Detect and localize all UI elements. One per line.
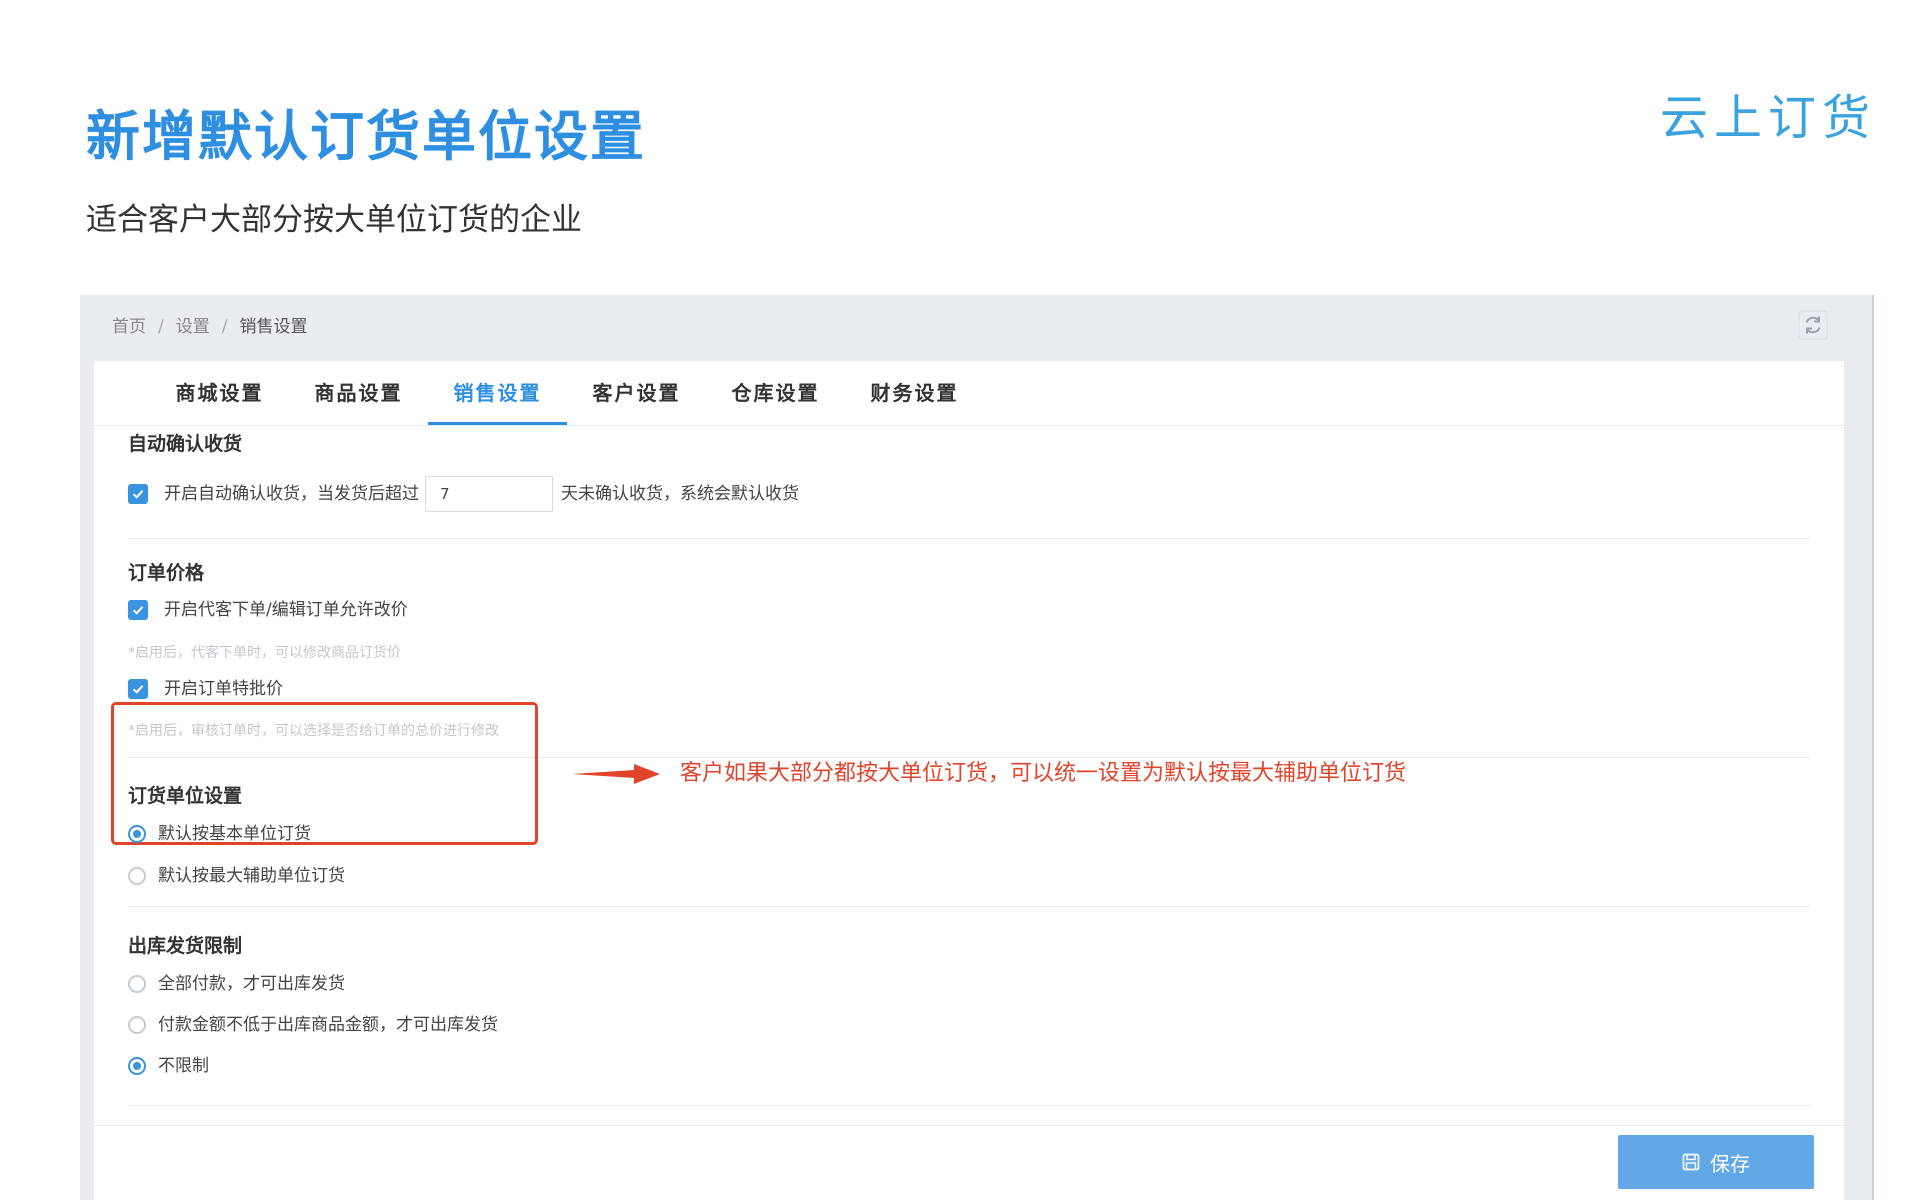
check-icon	[132, 685, 144, 694]
order-unit-option-max[interactable]: 默认按最大辅助单位订货	[128, 864, 345, 888]
auto-confirm-label-after: 天未确认收货，系统会默认收货	[561, 484, 799, 504]
breadcrumb-home[interactable]: 首页	[112, 317, 146, 337]
order-price-title: 订单价格	[128, 562, 205, 584]
auto-confirm-days-input[interactable]: 7	[425, 476, 553, 512]
divider	[128, 906, 1810, 907]
order-unit-option-basic[interactable]: 默认按基本单位订货	[128, 822, 311, 846]
annotation-arrow-icon	[572, 764, 660, 784]
auto-confirm-checkbox[interactable]	[128, 484, 148, 504]
auto-confirm-label: 开启自动确认收货，当发货后超过	[164, 484, 419, 504]
check-icon	[132, 606, 144, 615]
annotation-text: 客户如果大部分都按大单位订货，可以统一设置为默认按最大辅助单位订货	[680, 761, 1407, 786]
footer-divider	[94, 1125, 1844, 1126]
shipping-limit-option-full[interactable]: 全部付款，才可出库发货	[128, 972, 345, 996]
shipping-label-amount: 付款金额不低于出库商品金额，才可出库发货	[158, 1015, 498, 1035]
divider	[128, 1105, 1810, 1106]
breadcrumb-settings[interactable]: 设置	[176, 317, 210, 337]
tab-finance-settings[interactable]: 财务设置	[845, 361, 984, 425]
special-price-label: 开启订单特批价	[164, 679, 283, 699]
save-button-label: 保存	[1710, 1151, 1750, 1176]
order-unit-radio-max[interactable]	[128, 867, 146, 885]
tab-sales-settings[interactable]: 销售设置	[428, 361, 567, 425]
tab-mall-settings[interactable]: 商城设置	[150, 361, 289, 425]
breadcrumb-current: 销售设置	[239, 317, 308, 337]
tab-customer-settings[interactable]: 客户设置	[567, 361, 706, 425]
breadcrumb-separator: /	[221, 317, 228, 337]
auto-confirm-title: 自动确认收货	[128, 433, 243, 455]
shipping-radio-no-limit[interactable]	[128, 1057, 146, 1075]
allow-edit-price-hint: *启用后，代客下单时，可以修改商品订货价	[128, 645, 401, 661]
shipping-limit-title: 出库发货限制	[128, 935, 243, 957]
auto-confirm-row: 开启自动确认收货，当发货后超过 7 天未确认收货，系统会默认收货	[128, 476, 799, 512]
allow-edit-price-checkbox[interactable]	[128, 600, 148, 620]
refresh-icon[interactable]	[1798, 310, 1828, 340]
order-unit-label-max: 默认按最大辅助单位订货	[158, 866, 345, 886]
order-unit-title: 订货单位设置	[128, 785, 243, 807]
shipping-label-full-payment: 全部付款，才可出库发货	[158, 974, 345, 994]
allow-edit-price-label: 开启代客下单/编辑订单允许改价	[164, 600, 408, 620]
breadcrumb-separator: /	[158, 317, 164, 337]
check-icon	[132, 490, 144, 499]
order-unit-label-basic: 默认按基本单位订货	[158, 824, 311, 844]
tab-warehouse-settings[interactable]: 仓库设置	[706, 361, 845, 425]
top-bar: 首页 / 设置 / 销售设置	[80, 295, 1872, 357]
special-price-row: 开启订单特批价	[128, 677, 283, 701]
settings-tabs: 商城设置 商品设置 销售设置 客户设置 仓库设置 财务设置	[94, 361, 1844, 426]
page: 新增默认订货单位设置 适合客户大部分按大单位订货的企业 云上订货 首页 / 设置 / 销…	[0, 0, 1920, 1200]
app-window: 首页 / 设置 / 销售设置 商城设置 商品设置 销售设置 客户设置 仓库设置 财务设置…	[80, 295, 1874, 1200]
brand-logo: 云上订货	[1659, 90, 1876, 146]
order-price-edit-row: 开启代客下单/编辑订单允许改价	[128, 598, 408, 622]
order-unit-radio-basic[interactable]	[128, 825, 146, 843]
breadcrumb: 首页 / 设置 / 销售设置	[112, 315, 307, 339]
save-button[interactable]: 保存	[1618, 1135, 1814, 1189]
hero-title: 新增默认订货单位设置	[86, 105, 646, 168]
shipping-radio-amount[interactable]	[128, 1016, 146, 1034]
shipping-label-no-limit: 不限制	[158, 1056, 209, 1076]
save-icon	[1682, 1153, 1700, 1171]
shipping-radio-full-payment[interactable]	[128, 975, 146, 993]
hero-subtitle: 适合客户大部分按大单位订货的企业	[86, 202, 582, 238]
settings-panel: 商城设置 商品设置 销售设置 客户设置 仓库设置 财务设置 自动确认收货 开启自…	[94, 361, 1844, 1200]
shipping-limit-option-amount[interactable]: 付款金额不低于出库商品金额，才可出库发货	[128, 1013, 498, 1037]
shipping-limit-option-none[interactable]: 不限制	[128, 1054, 209, 1078]
special-price-checkbox[interactable]	[128, 679, 148, 699]
tab-product-settings[interactable]: 商品设置	[289, 361, 428, 425]
divider	[128, 538, 1810, 539]
